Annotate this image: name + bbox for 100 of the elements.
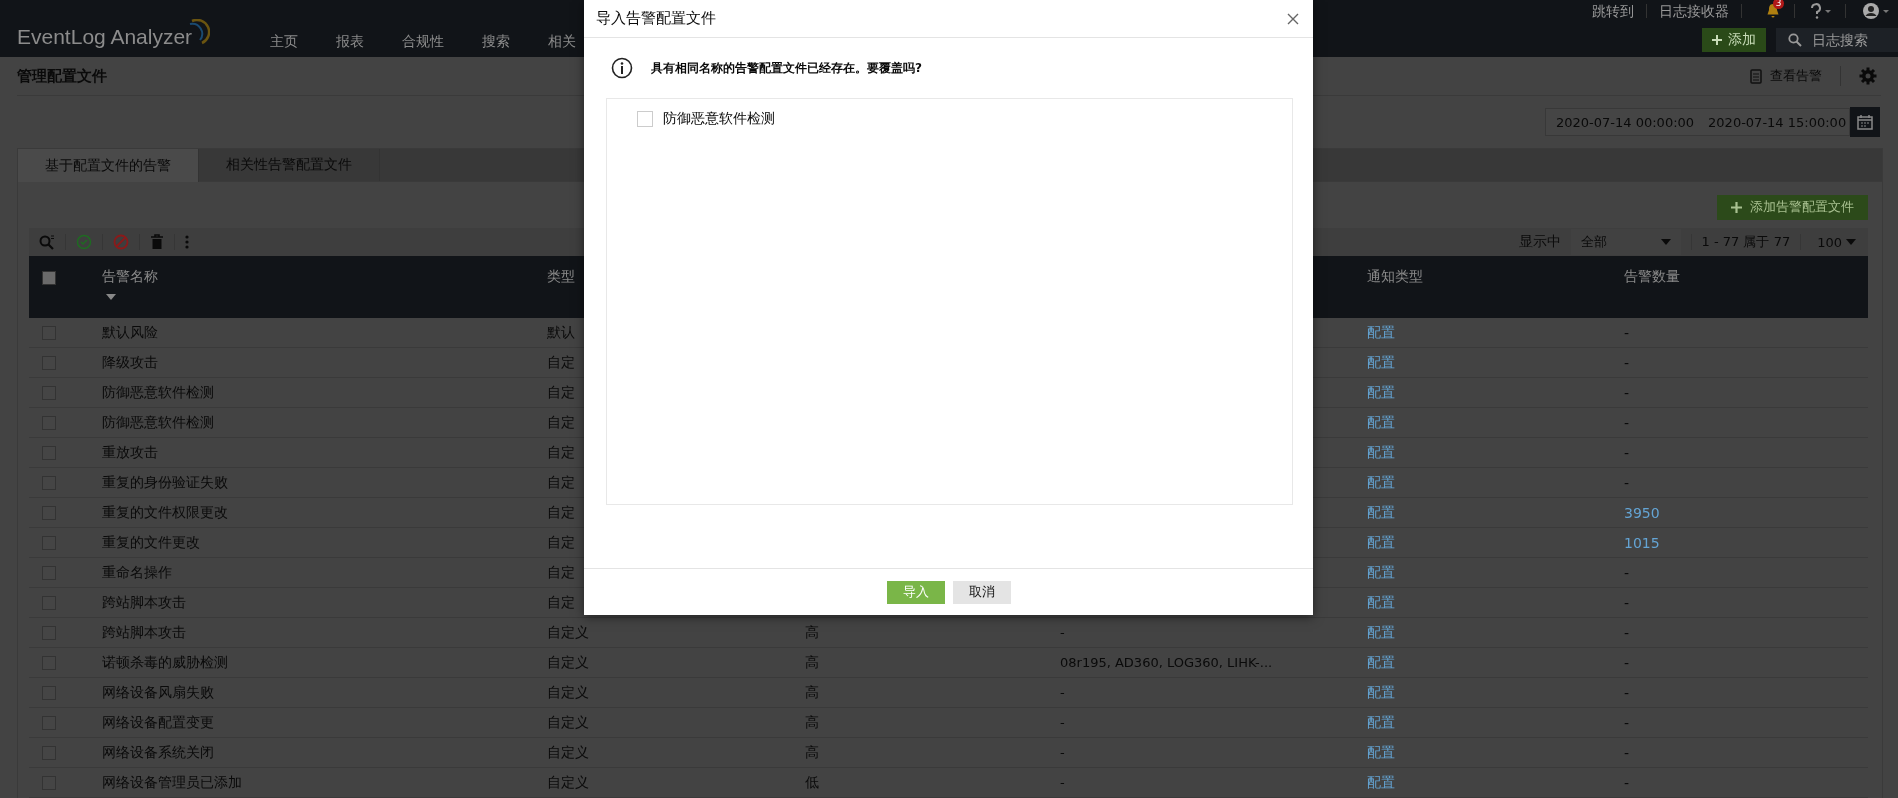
user-avatar-icon[interactable] — [1862, 2, 1892, 20]
configure-link[interactable]: 配置 — [1367, 623, 1395, 642]
date-range-field[interactable]: 2020-07-14 00:00:00 2020-07-14 15:00:00 — [1545, 108, 1850, 136]
nav-link[interactable]: 报表 — [336, 33, 364, 51]
configure-link[interactable]: 配置 — [1367, 383, 1395, 402]
close-icon[interactable] — [1287, 12, 1299, 25]
document-icon[interactable] — [1750, 68, 1762, 84]
more-icon[interactable] — [185, 235, 189, 249]
table-cell: 自定 — [547, 563, 575, 582]
table-cell: - — [1060, 745, 1065, 760]
table-cell: - — [1060, 685, 1065, 700]
nav-link[interactable]: 主页 — [270, 33, 298, 51]
table-cell: - — [1624, 714, 1630, 731]
plus-icon — [1712, 35, 1722, 45]
configure-link[interactable]: 配置 — [1367, 713, 1395, 732]
table-cell: - — [1624, 384, 1630, 401]
table-cell: 自定 — [547, 413, 575, 432]
alert-count-link[interactable]: 1015 — [1624, 534, 1660, 551]
nav-link[interactable]: 搜索 — [482, 33, 510, 51]
log-search-field[interactable]: 日志搜索 — [1776, 28, 1898, 52]
info-icon — [611, 57, 633, 79]
calendar-icon — [1857, 114, 1873, 130]
add-profile-button[interactable]: 添加告警配置文件 — [1717, 194, 1868, 220]
table-cell: - — [1624, 744, 1630, 761]
profile-checkbox[interactable] — [637, 111, 653, 127]
table-cell: 自定义 — [547, 713, 589, 732]
dialog-message: 具有相同名称的告警配置文件已经存在。要覆盖吗? — [651, 59, 922, 77]
table-cell: - — [1624, 414, 1630, 431]
table-cell: 自定 — [547, 383, 575, 402]
calendar-button[interactable] — [1850, 107, 1880, 137]
configure-link[interactable]: 配置 — [1367, 683, 1395, 702]
table-cell: - — [1624, 624, 1630, 641]
logo-text: EventLog Analyzer — [17, 25, 193, 49]
table-cell: 网络设备系统关闭 — [102, 743, 214, 762]
alert-count-link[interactable]: 3950 — [1624, 504, 1660, 521]
table-cell: 自定义 — [547, 653, 589, 672]
table-cell: 低 — [805, 773, 819, 792]
settings-icon[interactable] — [1859, 67, 1877, 85]
header-link[interactable]: 日志接收器 — [1659, 3, 1729, 19]
configure-link[interactable]: 配置 — [1367, 503, 1395, 522]
table-cell: 自定义 — [547, 623, 589, 642]
table-cell: 08r195, AD360, LOG360, LIHK-... — [1060, 655, 1273, 670]
table-cell: 高 — [805, 743, 819, 762]
table-cell: 自定 — [547, 473, 575, 492]
table-cell: 自定 — [547, 593, 575, 612]
configure-link[interactable]: 配置 — [1367, 413, 1395, 432]
table-cell: - — [1624, 324, 1630, 341]
import-button[interactable]: 导入 — [886, 580, 945, 604]
table-cell: 自定 — [547, 353, 575, 372]
add-button[interactable]: 添加 — [1702, 28, 1766, 52]
table-cell: 高 — [805, 623, 819, 642]
block-icon[interactable] — [113, 234, 129, 250]
configure-link[interactable]: 配置 — [1367, 743, 1395, 762]
table-cell: 高 — [805, 713, 819, 732]
column-header[interactable]: 告警数量 — [1624, 268, 1680, 286]
table-cell: 自定 — [547, 503, 575, 522]
table-cell: - — [1624, 564, 1630, 581]
column-header[interactable]: 告警名称 — [102, 268, 158, 286]
cancel-button[interactable]: 取消 — [952, 580, 1011, 604]
configure-link[interactable]: 配置 — [1367, 563, 1395, 582]
table-cell: 跨站脚本攻击 — [102, 593, 186, 612]
table-cell: 重放攻击 — [102, 443, 158, 462]
notification-badge: 3 — [1773, 0, 1784, 9]
configure-link[interactable]: 配置 — [1367, 443, 1395, 462]
table-cell: - — [1624, 684, 1630, 701]
table-cell: - — [1060, 625, 1065, 640]
configure-link[interactable]: 配置 — [1367, 653, 1395, 672]
page-title: 管理配置文件 — [17, 66, 107, 86]
select-all-checkbox[interactable] — [42, 271, 56, 285]
configure-link[interactable]: 配置 — [1367, 323, 1395, 342]
header-link[interactable]: 跳转到 — [1592, 3, 1634, 19]
sort-caret-icon[interactable] — [106, 294, 116, 300]
table-cell: 高 — [805, 683, 819, 702]
table-cell: - — [1060, 775, 1065, 790]
table-cell: 自定 — [547, 443, 575, 462]
table-cell: 自定义 — [547, 773, 589, 792]
nav-link[interactable]: 合规性 — [402, 33, 444, 51]
table-cell: 自定 — [547, 533, 575, 552]
table-cell: - — [1624, 354, 1630, 371]
table-cell: 自定义 — [547, 743, 589, 762]
column-header[interactable]: 通知类型 — [1367, 268, 1423, 286]
table-cell: 高 — [805, 653, 819, 672]
help-icon[interactable] — [1809, 3, 1833, 19]
dialog-title: 导入告警配置文件 — [596, 9, 716, 28]
profile-label[interactable]: 防御恶意软件检测 — [663, 110, 775, 128]
configure-link[interactable]: 配置 — [1367, 353, 1395, 372]
table-cell: - — [1624, 594, 1630, 611]
search-icon[interactable] — [1788, 33, 1802, 47]
nav-link[interactable]: 相关 — [548, 33, 576, 51]
check-circle-icon[interactable] — [76, 234, 92, 250]
configure-link[interactable]: 配置 — [1367, 773, 1395, 792]
plus-icon — [1731, 201, 1742, 213]
table-cell: - — [1624, 654, 1630, 671]
trash-icon[interactable] — [150, 234, 164, 250]
configure-link[interactable]: 配置 — [1367, 593, 1395, 612]
configure-link[interactable]: 配置 — [1367, 533, 1395, 552]
caret-icon — [1846, 239, 1856, 245]
configure-link[interactable]: 配置 — [1367, 473, 1395, 492]
column-header[interactable]: 类型 — [547, 268, 575, 286]
table-cell: - — [1624, 474, 1630, 491]
